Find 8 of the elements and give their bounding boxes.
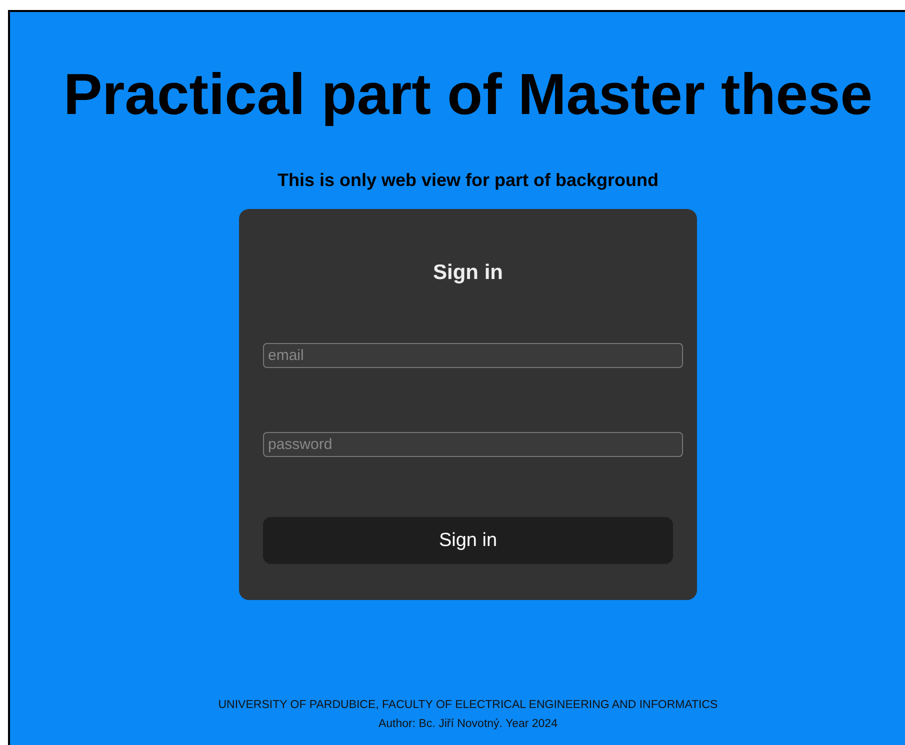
- form-heading: Sign in: [432, 261, 504, 285]
- sign-in-button[interactable]: Sign in: [263, 517, 673, 564]
- footer-institution: UNIVERSITY OF PARDUBICE, FACULTY OF ELECTRICAL ENGINEERING AND INFORMATICS: [218, 698, 718, 713]
- input-field[interactable]: email: [263, 343, 683, 368]
- input-field[interactable]: password: [263, 432, 683, 457]
- page-title: Practical part of Master these: [63, 62, 873, 128]
- footer-author: Author: Bc. Jiří Novotný. Year 2024: [378, 717, 558, 732]
- page-subtitle: This is only web view for part of background: [277, 170, 659, 191]
